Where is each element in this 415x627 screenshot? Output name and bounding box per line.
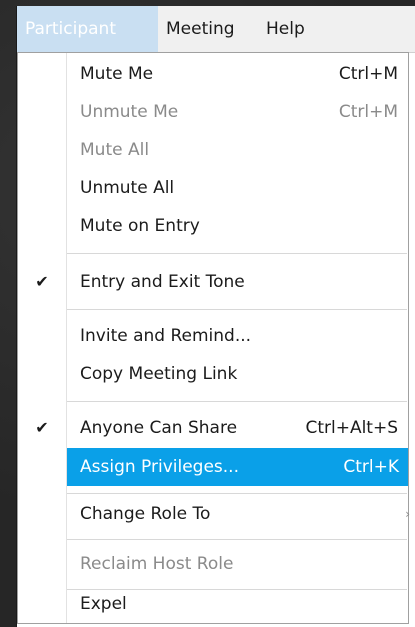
menu-item-shortcut: Ctrl+M — [338, 64, 398, 84]
menu-item-shortcut: Ctrl+K — [343, 457, 399, 477]
menu-separator — [67, 253, 407, 254]
app-window: Participant Meeting Help Mute Me Ctrl+M … — [16, 6, 415, 627]
menu-item-mute-all[interactable]: Mute All — [18, 131, 408, 169]
menu-meeting-label: Meeting — [166, 19, 235, 39]
menu-item-mute-on-entry[interactable]: Mute on Entry — [18, 207, 408, 245]
menu-help[interactable]: Help — [258, 6, 313, 52]
menu-item-label: Assign Privileges... — [80, 457, 239, 477]
menu-item-label: Change Role To — [80, 504, 211, 524]
menu-item-shortcut: Ctrl+M — [338, 102, 398, 122]
menu-item-shortcut: Ctrl+Alt+S — [305, 418, 398, 438]
menu-item-reclaim-host-role[interactable]: Reclaim Host Role — [18, 545, 408, 583]
checkmark-icon: ✔ — [35, 272, 49, 291]
menu-item-entry-exit-tone[interactable]: ✔ Entry and Exit Tone — [18, 263, 408, 301]
menu-item-label: Entry and Exit Tone — [80, 272, 245, 292]
submenu-arrow-icon: › — [405, 507, 410, 521]
menu-item-expel[interactable]: Expel — [18, 585, 408, 623]
menu-item-label: Mute on Entry — [80, 216, 200, 236]
menu-item-assign-privileges[interactable]: Assign Privileges... Ctrl+K — [67, 448, 408, 486]
menu-separator — [67, 493, 407, 494]
menu-item-copy-meeting-link[interactable]: Copy Meeting Link — [18, 355, 408, 393]
participant-dropdown-menu: Mute Me Ctrl+M Unmute Me Ctrl+M Mute All… — [17, 52, 410, 624]
menu-item-label: Mute Me — [80, 64, 154, 84]
menu-item-unmute-me[interactable]: Unmute Me Ctrl+M — [18, 93, 408, 131]
menu-item-anyone-can-share[interactable]: ✔ Anyone Can Share Ctrl+Alt+S — [18, 409, 408, 447]
menu-item-label: Invite and Remind... — [80, 326, 252, 346]
menu-item-label: Copy Meeting Link — [80, 364, 238, 384]
menu-separator — [67, 401, 407, 402]
menu-item-invite-remind[interactable]: Invite and Remind... — [18, 317, 408, 355]
menu-item-change-role-to[interactable]: Change Role To › — [18, 495, 410, 533]
menu-help-label: Help — [266, 19, 305, 39]
menu-item-unmute-all[interactable]: Unmute All — [18, 169, 408, 207]
menu-item-label: Expel — [80, 594, 127, 614]
menu-item-label: Unmute Me — [80, 102, 179, 122]
menu-item-label: Unmute All — [80, 178, 175, 198]
menu-participant[interactable]: Participant — [17, 6, 158, 52]
menu-participant-label: Participant — [25, 19, 117, 39]
menu-item-label: Reclaim Host Role — [80, 554, 234, 574]
menu-meeting[interactable]: Meeting — [158, 6, 243, 52]
menu-separator — [67, 539, 407, 540]
menu-separator — [67, 309, 407, 310]
menu-bar: Participant Meeting Help — [17, 6, 415, 53]
menu-item-label: Mute All — [80, 140, 150, 160]
menu-item-label: Anyone Can Share — [80, 418, 238, 438]
checkmark-icon: ✔ — [35, 418, 49, 437]
menu-item-mute-me[interactable]: Mute Me Ctrl+M — [18, 55, 408, 93]
